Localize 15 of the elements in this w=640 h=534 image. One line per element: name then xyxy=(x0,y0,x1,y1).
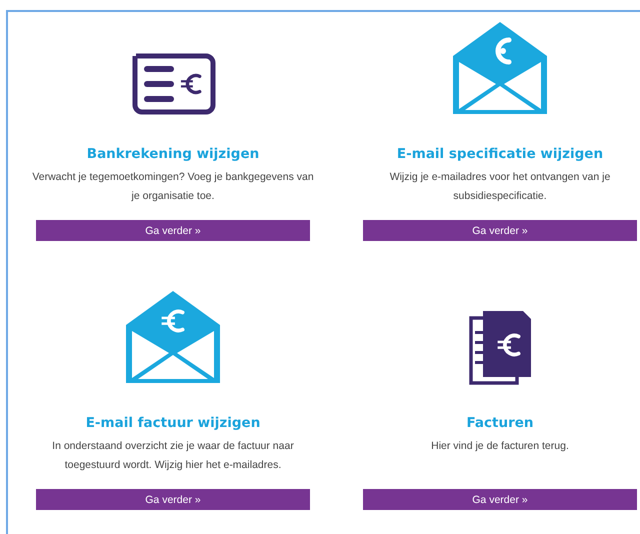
card-description: Wijzig je e-mailadres voor het ontvangen van je subsidiespecificatie. xyxy=(388,170,612,204)
bank-card-icon xyxy=(130,52,216,116)
card-title: Facturen xyxy=(466,415,534,431)
continue-button[interactable]: Ga verder » xyxy=(363,489,637,510)
card-title: E-mail factuur wijzigen xyxy=(86,415,260,431)
continue-button[interactable]: Ga verder » xyxy=(36,489,310,510)
continue-button[interactable]: Ga verder » xyxy=(363,220,637,241)
card-description: In onderstaand overzicht zie je waar de factuur naar toegestuurd wordt. Wijzig hier het e-mailadres. xyxy=(51,439,295,473)
card-description: Hier vind je de facturen terug. xyxy=(431,439,569,454)
card-description: Verwacht je tegemoetkomingen? Voeg je bankgegevens van je organisatie toe. xyxy=(32,170,314,204)
euro-notebook-icon xyxy=(467,309,533,385)
envelope-euro-icon xyxy=(124,289,222,385)
card-title: E-mail specificatie wijzigen xyxy=(396,146,604,162)
continue-button[interactable]: Ga verder » xyxy=(36,220,310,241)
card-title: Bankrekening wijzigen xyxy=(86,146,260,162)
